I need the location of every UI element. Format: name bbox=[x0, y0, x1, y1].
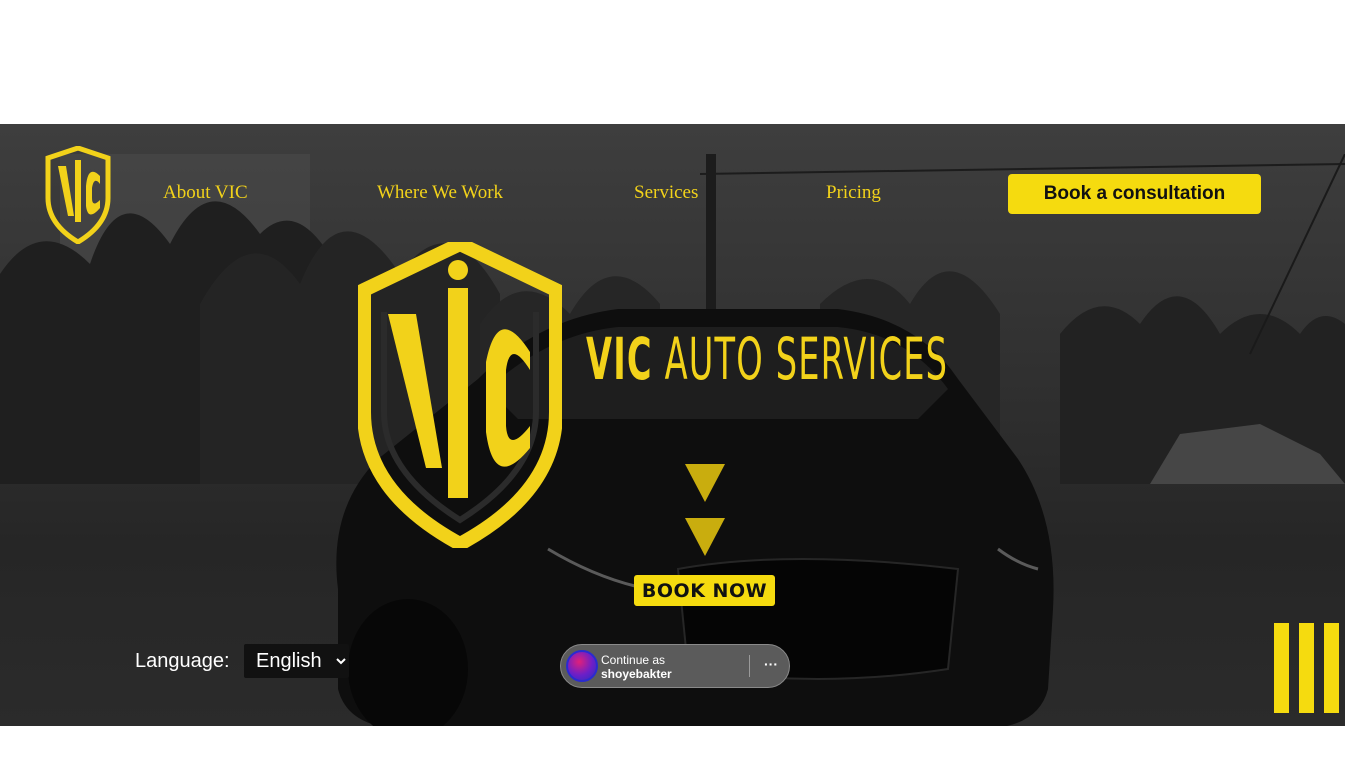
nav-link-services[interactable]: Services bbox=[634, 182, 698, 204]
menu-bars-icon[interactable] bbox=[1274, 623, 1340, 713]
avatar bbox=[566, 650, 598, 682]
hero-section: About VIC Where We Work Services Pricing… bbox=[0, 124, 1345, 726]
vic-logo-icon[interactable] bbox=[44, 146, 112, 244]
brand-title-rest: AUTO SERVICES bbox=[652, 325, 949, 393]
nav-link-about-vic[interactable]: About VIC bbox=[163, 182, 248, 204]
continue-as-label: Continue as bbox=[601, 653, 666, 667]
down-arrow-icon bbox=[685, 518, 725, 556]
continue-as-username: shoyebakter bbox=[601, 667, 672, 681]
brand-title-bold: VIC bbox=[586, 325, 653, 393]
book-consultation-button[interactable]: Book a consultation bbox=[1008, 174, 1261, 214]
language-select[interactable]: English bbox=[244, 644, 349, 678]
nav-link-where-we-work[interactable]: Where We Work bbox=[377, 182, 503, 204]
menu-bar bbox=[1274, 623, 1289, 713]
continue-as-button[interactable]: Continue as shoyebakter ··· bbox=[560, 644, 790, 688]
brand-title: VIC AUTO SERVICES bbox=[586, 330, 948, 388]
more-options-icon[interactable]: ··· bbox=[759, 655, 783, 677]
language-label: Language: bbox=[135, 650, 230, 672]
menu-bar bbox=[1324, 623, 1339, 713]
down-arrow-icon bbox=[685, 464, 725, 502]
nav-link-pricing[interactable]: Pricing bbox=[826, 182, 881, 204]
divider bbox=[749, 655, 750, 677]
book-now-button[interactable]: BOOK NOW bbox=[634, 575, 775, 606]
menu-bar bbox=[1299, 623, 1314, 713]
vic-shield-logo-large bbox=[358, 242, 562, 548]
